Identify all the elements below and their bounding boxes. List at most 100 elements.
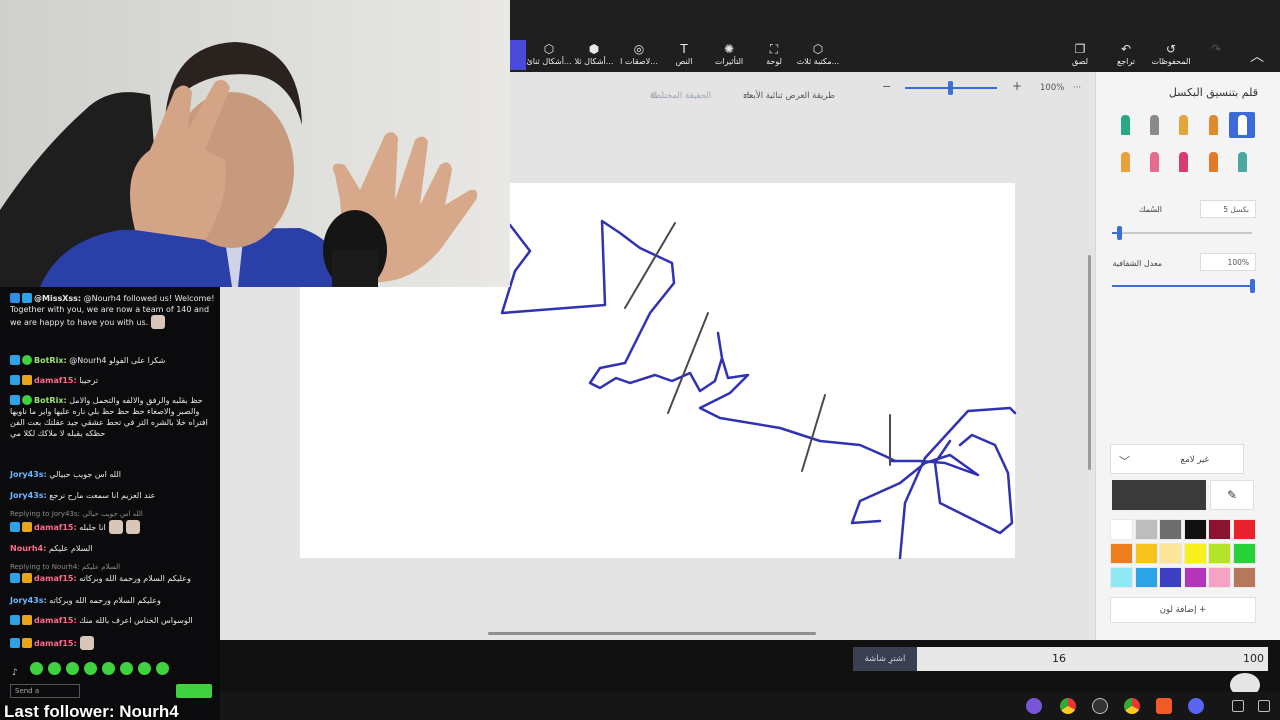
color-swatch[interactable] <box>1208 519 1231 540</box>
zoom-in-button[interactable]: + <box>1012 79 1022 93</box>
brush-calligraphy[interactable] <box>1141 112 1167 138</box>
color-swatch[interactable] <box>1110 519 1133 540</box>
chat-username[interactable]: BotRix: <box>34 396 67 405</box>
brush-eraser[interactable] <box>1141 149 1167 175</box>
shapes-2d-icon: ⬡ <box>543 42 555 56</box>
collapse-ribbon-icon[interactable]: ︿ <box>1250 46 1264 66</box>
color-swatch[interactable] <box>1159 543 1182 564</box>
color-swatch[interactable] <box>1159 567 1182 588</box>
vertical-scrollbar[interactable] <box>1088 255 1091 470</box>
chat-input[interactable]: Send a <box>10 684 80 698</box>
last-follower-overlay: Last follower: Nourh4 <box>4 702 179 720</box>
chat-username[interactable]: Nourh4: <box>10 544 46 553</box>
color-swatch[interactable] <box>1208 543 1231 564</box>
chat-username[interactable]: Jory43s: <box>10 596 47 605</box>
add-color-label: إضافة لون <box>1159 605 1197 615</box>
finish-dropdown[interactable]: غير لامع ﹀ <box>1110 444 1244 474</box>
paste-icon: ❐ <box>1074 42 1086 56</box>
color-swatch[interactable] <box>1232 543 1256 564</box>
tool-2d-shapes[interactable]: ⬡ أشكال ثنائ... <box>520 42 578 70</box>
badge-icon <box>22 293 32 303</box>
color-swatch[interactable] <box>1110 543 1133 564</box>
emote-button[interactable] <box>120 662 133 675</box>
color-swatch[interactable] <box>1134 543 1158 564</box>
chrome-taskbar-icon[interactable] <box>1060 698 1076 714</box>
color-swatch[interactable] <box>1232 519 1256 540</box>
chat-username[interactable]: @MissXss: <box>34 294 81 303</box>
color-swatch[interactable] <box>1208 567 1231 588</box>
chat-username[interactable]: damaf15: <box>34 639 77 648</box>
thickness-input[interactable]: 5 بكسل <box>1200 200 1256 218</box>
emote-icon <box>79 636 94 650</box>
color-swatch[interactable] <box>1183 567 1207 588</box>
chrome-taskbar-icon[interactable] <box>1124 698 1140 714</box>
chat-username[interactable]: damaf15: <box>34 376 77 385</box>
emote-button[interactable] <box>66 662 79 675</box>
tray-icon[interactable] <box>1232 700 1244 712</box>
opacity-input[interactable]: 100% <box>1200 253 1256 271</box>
brush-crayon[interactable] <box>1170 149 1196 175</box>
current-color-swatch[interactable] <box>1112 480 1206 510</box>
chat-username[interactable]: damaf15: <box>34 574 77 583</box>
status-badge: اشترِ شاشة <box>853 647 917 671</box>
thickness-slider-thumb[interactable] <box>1117 226 1122 240</box>
paint3d-taskbar-icon[interactable] <box>1026 698 1042 714</box>
emote-button[interactable] <box>30 662 43 675</box>
color-swatch[interactable] <box>1183 543 1207 564</box>
oil-brush-icon <box>1178 115 1188 135</box>
windows-taskbar <box>220 692 1280 720</box>
brush-watercolor[interactable] <box>1200 112 1226 138</box>
status-value-b: 100 <box>1243 652 1264 665</box>
chat-message: damaf15: <box>10 636 215 650</box>
emote-button[interactable] <box>102 662 115 675</box>
view-toolbar: ⊚ الحقيقة المختلطة ▭ طريقة العرض ثنائية … <box>510 75 1095 101</box>
send-button[interactable] <box>176 684 212 698</box>
color-swatch[interactable] <box>1183 519 1207 540</box>
brush-pencil[interactable] <box>1112 149 1138 175</box>
opacity-slider-thumb[interactable] <box>1250 279 1255 293</box>
brush-oil[interactable] <box>1170 112 1196 138</box>
color-swatch[interactable] <box>1159 519 1182 540</box>
music-note-icon[interactable]: ♪ <box>12 668 25 681</box>
thickness-slider[interactable] <box>1112 232 1252 234</box>
color-swatch[interactable] <box>1134 567 1158 588</box>
chat-message: damaf15: ترحيبا <box>10 375 215 386</box>
opacity-slider[interactable] <box>1112 285 1252 287</box>
badge-icon <box>10 375 20 385</box>
brave-taskbar-icon[interactable] <box>1156 698 1172 714</box>
status-value-a: 16 <box>1052 652 1066 665</box>
paste-button[interactable]: ❐ لصق <box>1051 42 1109 70</box>
chat-username[interactable]: Jory43s: <box>10 470 47 479</box>
chat-text: وعليكم السلام ورحمه الله وبركاته <box>46 596 161 605</box>
emote-button[interactable] <box>138 662 151 675</box>
crayon-icon <box>1178 152 1188 172</box>
chat-text: @Nourh4 شكرا على الفولو <box>66 356 166 365</box>
emote-button[interactable] <box>156 662 169 675</box>
chat-username[interactable]: BotRix: <box>34 356 67 365</box>
brush-marker[interactable] <box>1112 112 1138 138</box>
color-swatch[interactable] <box>1110 567 1133 588</box>
emote-button[interactable] <box>84 662 97 675</box>
chat-username[interactable]: Jory43s: <box>10 491 47 500</box>
chat-message: BotRix: @Nourh4 شكرا على الفولو <box>10 355 215 366</box>
badge-icon <box>10 615 20 625</box>
color-swatch[interactable] <box>1232 567 1256 588</box>
chat-username[interactable]: damaf15: <box>34 523 77 532</box>
eyedropper-icon[interactable]: ✎ <box>1210 480 1254 510</box>
brush-spray[interactable] <box>1200 149 1226 175</box>
badge-icon <box>10 522 20 532</box>
app-taskbar-icon[interactable] <box>1092 698 1108 714</box>
tray-icon[interactable] <box>1258 700 1270 712</box>
redo-button[interactable]: ↷ <box>1187 42 1245 70</box>
zoom-out-button[interactable]: − <box>882 80 891 93</box>
emote-button[interactable] <box>48 662 61 675</box>
horizontal-scrollbar[interactable] <box>488 632 816 635</box>
brush-pixel-pen[interactable] <box>1229 112 1255 138</box>
discord-taskbar-icon[interactable] <box>1188 698 1204 714</box>
more-options-icon[interactable]: ··· <box>1073 83 1081 93</box>
brush-fill[interactable] <box>1229 149 1255 175</box>
chat-username[interactable]: damaf15: <box>34 616 77 625</box>
color-swatch[interactable] <box>1134 519 1158 540</box>
add-color-button[interactable]: + إضافة لون <box>1110 597 1256 623</box>
zoom-slider-thumb[interactable] <box>948 81 954 95</box>
